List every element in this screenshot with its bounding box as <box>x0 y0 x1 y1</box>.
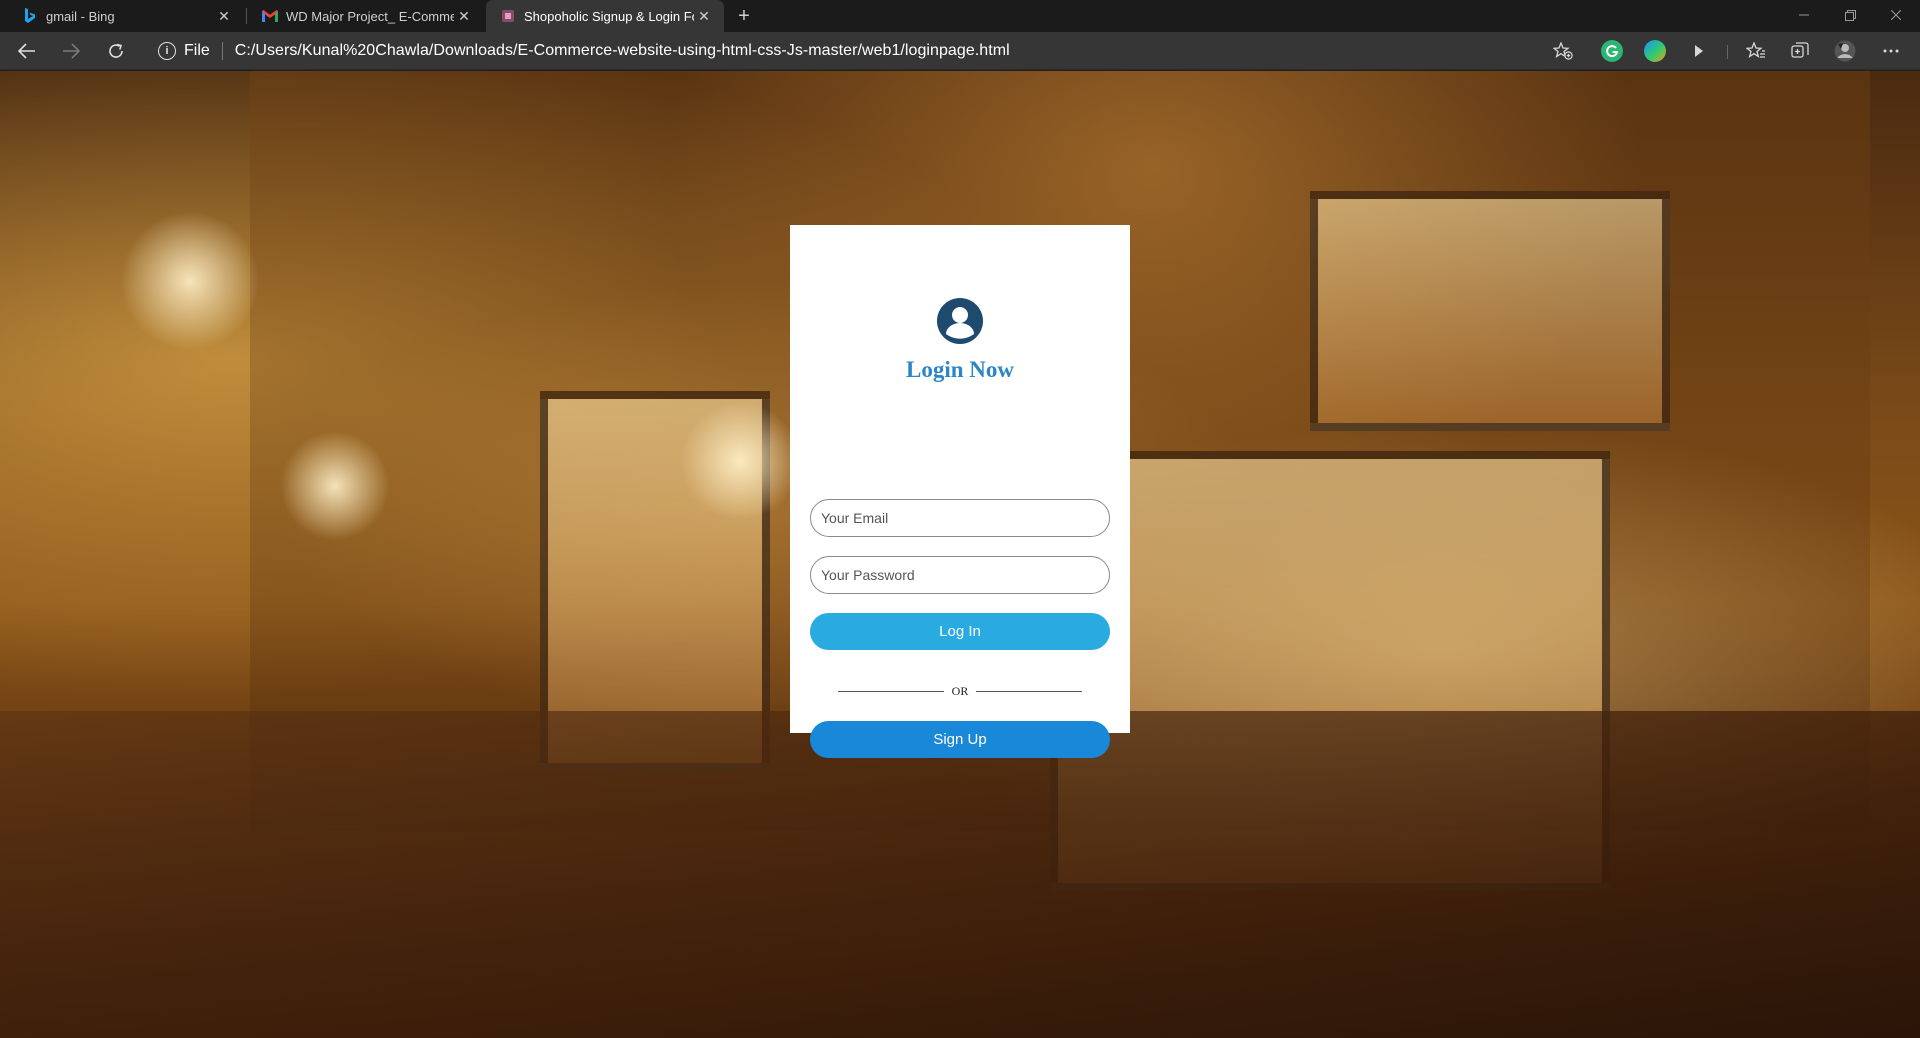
page-icon <box>500 8 516 24</box>
tab-strip: gmail - Bing ✕ WD Major Project_ E-Comme… <box>0 0 1920 32</box>
extension-arrow-icon[interactable] <box>1684 36 1714 66</box>
gmail-icon <box>262 8 278 24</box>
divider-line <box>976 690 1083 692</box>
address-bar[interactable]: i File C:/Users/Kunal%20Chawla/Downloads… <box>146 35 1586 67</box>
background-lamp <box>280 431 390 541</box>
tab-divider <box>246 8 247 24</box>
tab-bing[interactable]: gmail - Bing ✕ <box>8 0 244 32</box>
url-text[interactable]: C:/Users/Kunal%20Chawla/Downloads/E-Comm… <box>235 42 1010 60</box>
background-lamp <box>120 211 260 351</box>
tab-shopoholic[interactable]: Shopoholic Signup & Login Form ✕ <box>486 0 724 32</box>
back-button[interactable] <box>12 36 42 66</box>
refresh-button[interactable] <box>101 36 131 66</box>
close-window-button[interactable] <box>1873 0 1919 30</box>
close-tab-icon[interactable]: ✕ <box>694 6 714 26</box>
address-divider <box>221 42 223 60</box>
password-field[interactable] <box>810 556 1110 594</box>
info-icon[interactable]: i <box>158 42 176 60</box>
add-favorite-icon[interactable] <box>1548 36 1578 66</box>
scheme-label: File <box>184 42 210 59</box>
divider-line <box>838 690 944 692</box>
minimize-button[interactable] <box>1781 0 1827 30</box>
background-lamp <box>680 401 800 521</box>
login-heading: Login Now <box>906 357 1014 382</box>
collections-icon[interactable] <box>1785 36 1815 66</box>
background-street <box>0 711 1920 1038</box>
close-tab-icon[interactable]: ✕ <box>454 6 474 26</box>
tab-gmail[interactable]: WD Major Project_ E-Commerce ✕ <box>248 0 484 32</box>
profile-avatar[interactable] <box>1830 36 1860 66</box>
restore-button[interactable] <box>1827 0 1873 30</box>
toolbar-divider <box>1727 45 1728 59</box>
new-tab-button[interactable]: + <box>732 4 756 28</box>
signup-button[interactable]: Sign Up <box>810 721 1110 758</box>
or-label: OR <box>951 683 969 698</box>
favorites-icon[interactable] <box>1741 36 1771 66</box>
browser-toolbar: i File C:/Users/Kunal%20Chawla/Downloads… <box>0 32 1920 70</box>
background-upper-window <box>1310 191 1670 431</box>
forward-button[interactable] <box>56 36 86 66</box>
page-viewport: Login Now Log In OR Sign Up <box>0 71 1920 1038</box>
email-field[interactable] <box>810 499 1110 537</box>
or-divider: OR <box>838 683 1083 699</box>
bing-icon <box>22 8 38 24</box>
login-button[interactable]: Log In <box>810 613 1110 650</box>
user-avatar-icon <box>936 297 984 345</box>
close-tab-icon[interactable]: ✕ <box>214 6 234 26</box>
login-card: Login Now Log In OR Sign Up <box>790 225 1130 758</box>
grammarly-extension-icon[interactable] <box>1601 40 1623 62</box>
more-menu-icon[interactable] <box>1876 36 1906 66</box>
color-extension-icon[interactable] <box>1644 40 1666 62</box>
